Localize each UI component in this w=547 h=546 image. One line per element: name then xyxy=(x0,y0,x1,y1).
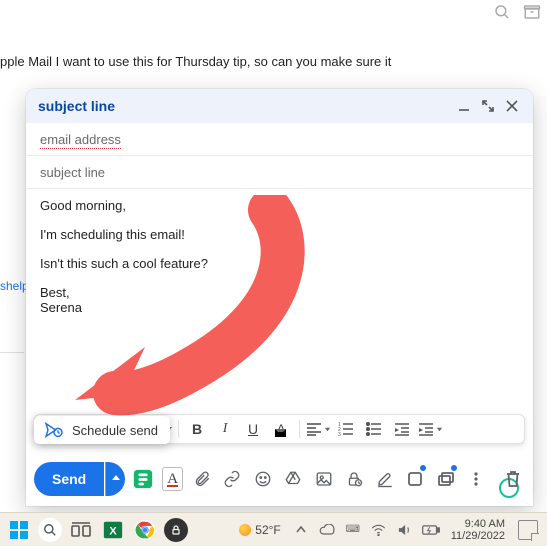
indent-more-button[interactable] xyxy=(417,417,443,441)
weather-widget[interactable]: 52°F xyxy=(239,523,280,537)
svg-text:3: 3 xyxy=(338,432,341,436)
underline-button[interactable]: U xyxy=(240,417,266,441)
send-button[interactable]: Send xyxy=(34,462,104,496)
sun-icon xyxy=(239,524,251,536)
background-text-line: pple Mail I want to use this for Thursda… xyxy=(0,54,391,69)
recipient-chip[interactable]: email address xyxy=(40,132,121,149)
separator xyxy=(178,420,179,438)
taskbar-app-excel[interactable]: X xyxy=(100,517,126,543)
compose-header[interactable]: subject line xyxy=(26,89,533,123)
tray-cloud-icon[interactable] xyxy=(317,524,337,536)
task-view-button[interactable] xyxy=(68,517,94,543)
indent-less-button[interactable] xyxy=(389,417,415,441)
confidential-mode-button[interactable] xyxy=(342,464,367,494)
taskbar-app-chrome[interactable] xyxy=(132,517,158,543)
insert-drive-button[interactable] xyxy=(281,464,306,494)
extension-layers-icon[interactable] xyxy=(433,464,458,494)
italic-button[interactable]: I xyxy=(212,417,238,441)
discard-draft-button[interactable] xyxy=(500,464,525,494)
close-button[interactable] xyxy=(503,97,521,115)
clock-date: 11/29/2022 xyxy=(451,530,505,542)
text-color-dropdown[interactable]: A xyxy=(268,417,294,441)
compose-title: subject line xyxy=(38,98,115,114)
windows-taskbar[interactable]: X 52°F ⌨ 9:40 AM 11/29/2022 xyxy=(0,512,547,546)
tray-language-icon[interactable]: ⌨ xyxy=(343,524,363,535)
search-icon[interactable] xyxy=(493,3,511,26)
body-line: I'm scheduling this email! xyxy=(40,227,519,242)
schedule-send-label: Schedule send xyxy=(72,423,158,438)
compose-action-row: Send A xyxy=(34,462,525,496)
clock-time: 9:40 AM xyxy=(451,518,505,530)
more-options-button[interactable] xyxy=(464,464,489,494)
notification-dot xyxy=(451,465,457,471)
align-left-button[interactable] xyxy=(305,417,331,441)
body-line: Isn't this such a cool feature? xyxy=(40,256,519,271)
compose-window: subject line email address subject line … xyxy=(26,89,533,506)
subject-field[interactable]: subject line xyxy=(26,156,533,189)
extension-icon[interactable] xyxy=(131,464,156,494)
action-center-button[interactable] xyxy=(515,517,541,543)
system-clock[interactable]: 9:40 AM 11/29/2022 xyxy=(451,518,505,542)
archive-box-icon[interactable] xyxy=(523,3,541,26)
attach-file-button[interactable] xyxy=(189,464,214,494)
formatting-options-button[interactable]: A xyxy=(162,467,184,491)
numbered-list-button[interactable]: 123 xyxy=(333,417,359,441)
recipients-field[interactable]: email address xyxy=(26,123,533,156)
email-body[interactable]: Good morning, I'm scheduling this email!… xyxy=(26,189,533,506)
insert-emoji-button[interactable] xyxy=(250,464,275,494)
insert-signature-button[interactable] xyxy=(372,464,397,494)
send-options-dropdown[interactable] xyxy=(105,462,125,496)
tray-battery-icon[interactable] xyxy=(421,524,441,536)
extension-square-icon[interactable] xyxy=(403,464,428,494)
minimize-button[interactable] xyxy=(455,97,473,115)
insert-photo-button[interactable] xyxy=(311,464,336,494)
taskbar-app-lock[interactable] xyxy=(164,518,188,542)
body-line: Best, xyxy=(40,285,519,300)
separator xyxy=(299,420,300,438)
insert-link-button[interactable] xyxy=(220,464,245,494)
body-line: Good morning, xyxy=(40,198,519,213)
bulleted-list-button[interactable] xyxy=(361,417,387,441)
background-divider xyxy=(0,352,24,353)
tray-volume-icon[interactable] xyxy=(395,523,415,537)
body-line: Serena xyxy=(40,300,519,315)
svg-text:X: X xyxy=(109,525,117,537)
tray-wifi-icon[interactable] xyxy=(369,524,389,536)
bold-button[interactable]: B xyxy=(184,417,210,441)
start-button[interactable] xyxy=(6,517,32,543)
notification-dot xyxy=(420,465,426,471)
fullscreen-button[interactable] xyxy=(479,97,497,115)
weather-temp: 52°F xyxy=(255,523,280,537)
search-button[interactable] xyxy=(38,518,62,542)
tray-overflow-button[interactable] xyxy=(291,525,311,535)
schedule-send-menu-item[interactable]: Schedule send xyxy=(34,416,170,444)
